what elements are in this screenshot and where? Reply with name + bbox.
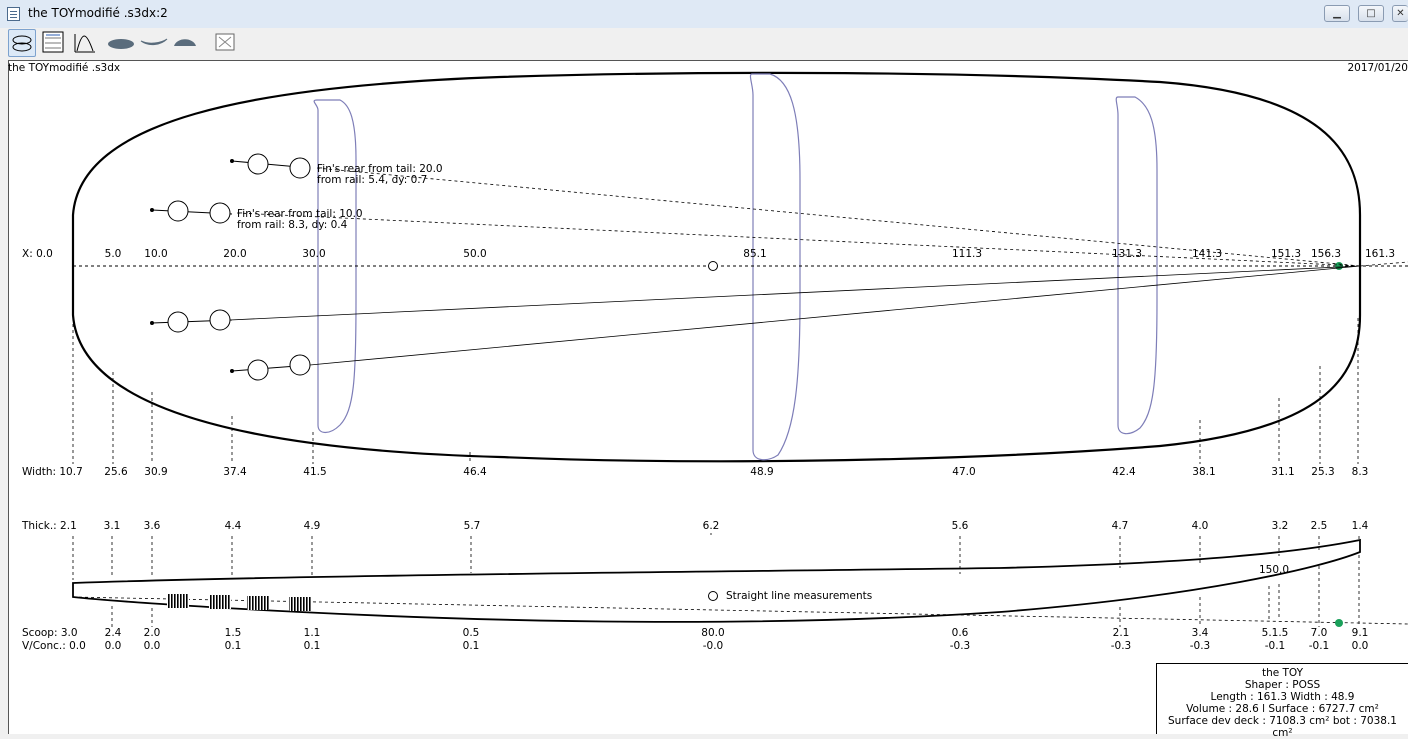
station-thickness-label: 6.2 <box>702 520 720 532</box>
station-scoop-label: 2.1 <box>1112 627 1130 639</box>
station-concave-label: -0.1 <box>1308 640 1330 652</box>
station-scoop-label: 2.0 <box>143 627 161 639</box>
summary-volume: Volume : 28.6 l Surface : 6727.7 cm² <box>1186 703 1379 715</box>
station-position-label: 30.0 <box>302 248 326 260</box>
station-thickness-label: 1.4 <box>1351 520 1369 532</box>
station-concave-label: 0.1 <box>303 640 321 652</box>
station-scoop-label: 0.6 <box>951 627 969 639</box>
station-thickness-label: 4.0 <box>1191 520 1209 532</box>
station-thickness-label: 4.9 <box>303 520 321 532</box>
station-width-label: 42.4 <box>1112 466 1136 478</box>
fin-set <box>150 153 311 381</box>
station-scoop-label: 1.1 <box>303 627 321 639</box>
straight-line-legend: Straight line measurements <box>726 590 873 602</box>
station-thickness-label: 4.4 <box>224 520 242 532</box>
station-scoop-label: 1.5 <box>224 627 242 639</box>
fin-2-front <box>167 200 189 222</box>
station-width-label: 37.4 <box>223 466 247 478</box>
station-width-label: 8.3 <box>1351 466 1369 478</box>
station-concave-label: -0.3 <box>1110 640 1132 652</box>
fin-1-front <box>247 153 269 175</box>
station-width-label: 47.0 <box>952 466 976 478</box>
station-width-label: 25.6 <box>104 466 128 478</box>
station-concave-label: -0.0 <box>702 640 724 652</box>
station-concave-label: V/Conc.: 0.0 <box>22 640 86 652</box>
station-scoop-label: 2.4 <box>104 627 122 639</box>
profile-marker <box>1335 619 1343 627</box>
station-position-label: 151.3 <box>1270 248 1302 260</box>
station-thickness-label: 3.6 <box>143 520 161 532</box>
station-scoop-label: 3.4 <box>1191 627 1209 639</box>
station-scoop-label: 7.0 <box>1310 627 1328 639</box>
station-concave-label: -0.3 <box>949 640 971 652</box>
station-width-label: 46.4 <box>463 466 487 478</box>
profile-measure-label: 150.0 <box>1259 564 1290 576</box>
station-width-label: 38.1 <box>1192 466 1216 478</box>
summary-dimensions: Length : 161.3 Width : 48.9 <box>1210 691 1355 703</box>
station-thickness-label: 4.7 <box>1111 520 1129 532</box>
station-concave-label: -0.1 <box>1264 640 1286 652</box>
fin-3-front <box>167 311 189 333</box>
station-width-label: 25.3 <box>1311 466 1335 478</box>
station-position-label: 111.3 <box>951 248 983 260</box>
station-scoop-label: Scoop: 3.0 <box>22 627 78 639</box>
station-position-label: 131.3 <box>1111 248 1143 260</box>
station-position-label: X: 0.0 <box>22 248 53 260</box>
station-position-label: 85.1 <box>743 248 767 260</box>
slice-curve-85 <box>749 73 801 461</box>
station-position-label: 5.0 <box>104 248 122 260</box>
station-position-label: 20.0 <box>223 248 247 260</box>
straight-line-legend-circle <box>708 591 718 601</box>
station-width-label: 48.9 <box>750 466 774 478</box>
station-thickness-label: 2.5 <box>1310 520 1328 532</box>
board-summary: the TOY Shaper : POSS Length : 161.3 Wid… <box>1156 663 1408 739</box>
station-scoop-label: 9.1 <box>1351 627 1369 639</box>
fin-rear-10-line2: from rail: 8.3, dy: 0.4 <box>237 219 348 231</box>
fin-4-front <box>247 359 269 381</box>
station-concave-label: -0.3 <box>1189 640 1211 652</box>
station-thickness-label: 5.6 <box>951 520 969 532</box>
station-width-label: 41.5 <box>303 466 327 478</box>
fin-3-rear <box>209 309 231 331</box>
slice-curve-131 <box>1115 96 1158 435</box>
fin-4-rear <box>289 354 311 376</box>
board-drawing <box>71 71 1408 627</box>
station-position-label: 156.3 <box>1310 248 1342 260</box>
fin-rear-20-line2: from rail: 5.4, dy: 0.7 <box>317 174 428 186</box>
fin-rear-10-note: Fin's rear from tail: 10.0 from rail: 8.… <box>237 209 363 231</box>
station-scoop-label: 5.1.5 <box>1261 627 1289 639</box>
station-thickness-label: 3.1 <box>103 520 121 532</box>
station-thickness-label: 3.2 <box>1271 520 1289 532</box>
station-position-label: 10.0 <box>144 248 168 260</box>
fin-1-rear <box>289 157 311 179</box>
station-position-label: 161.3 <box>1364 248 1396 260</box>
summary-name: the TOY <box>1261 667 1304 679</box>
summary-shaper: Shaper : POSS <box>1244 679 1321 691</box>
station-concave-label: 0.0 <box>104 640 122 652</box>
station-scoop-label: 80.0 <box>701 627 725 639</box>
station-width-label: Width: 10.7 <box>22 466 83 478</box>
station-concave-label: 0.0 <box>143 640 161 652</box>
fin-2-rear <box>209 202 231 224</box>
station-position-label: 141.3 <box>1191 248 1223 260</box>
tail-marker <box>1335 262 1343 270</box>
station-concave-label: 0.0 <box>1351 640 1369 652</box>
station-concave-label: 0.1 <box>224 640 242 652</box>
station-width-label: 30.9 <box>144 466 168 478</box>
center-circle <box>708 261 718 271</box>
station-thickness-label: 5.7 <box>463 520 481 532</box>
station-scoop-label: 0.5 <box>462 627 480 639</box>
station-width-label: 31.1 <box>1271 466 1295 478</box>
station-position-label: 50.0 <box>463 248 487 260</box>
summary-surface-dev: Surface dev deck : 7108.3 cm² bot : 7038… <box>1168 715 1397 739</box>
station-concave-label: 0.1 <box>462 640 480 652</box>
station-thickness-label: Thick.: 2.1 <box>22 520 77 532</box>
fin-rear-20-note: Fin's rear from tail: 20.0 from rail: 5.… <box>317 164 443 186</box>
